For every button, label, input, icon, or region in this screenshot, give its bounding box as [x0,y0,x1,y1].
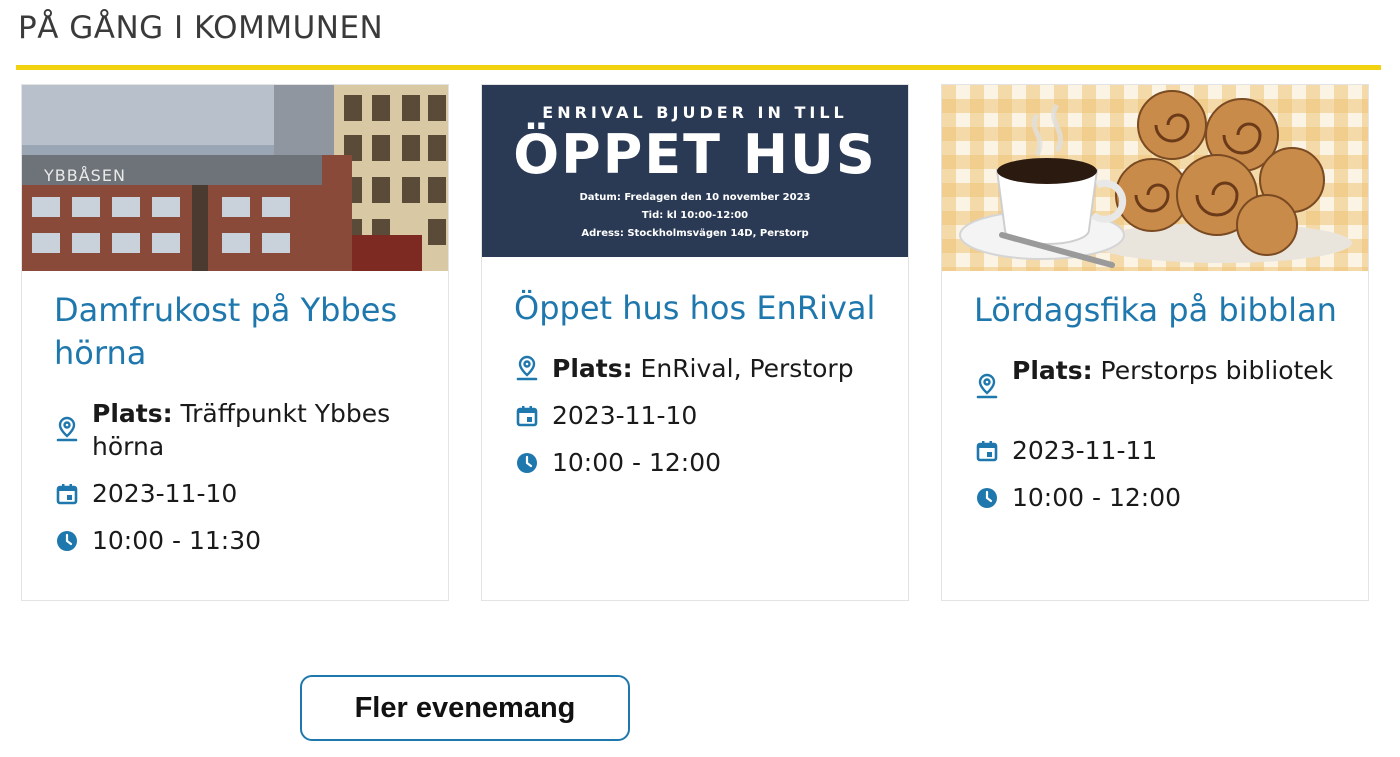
date-value: 2023-11-10 [92,479,238,508]
poster-line-address: Adress: Stockholmsvägen 14D, Perstorp [581,228,809,239]
calendar-icon [54,477,80,510]
event-date: 2023-11-11 [974,434,1338,467]
map-pin-icon [974,354,1000,420]
section-title: PÅ GÅNG I KOMMUNEN [18,10,384,46]
event-card-lordagsfika[interactable]: Lördagsfika på bibblan Plats: Perstorps … [941,84,1369,601]
svg-text:YBBÅSEN: YBBÅSEN [43,166,126,185]
time-value: 10:00 - 12:00 [1012,483,1182,512]
time-value: 10:00 - 12:00 [552,448,722,477]
event-image-poster[interactable]: ENRIVAL BJUDER IN TILL ÖPPET HUS Datum: … [482,85,908,257]
event-date: 2023-11-10 [54,477,418,510]
map-pin-icon [514,352,540,385]
place-label: Plats: [92,399,173,428]
place-label: Plats: [552,354,633,383]
date-value: 2023-11-10 [552,401,698,430]
map-pin-icon [54,397,80,463]
clock-icon [54,524,80,557]
event-time: 10:00 - 11:30 [54,524,418,557]
place-value: Perstorps bibliotek [1100,356,1334,385]
calendar-icon [514,399,540,432]
event-place: Plats: Träffpunkt Ybbes hörna [54,397,418,463]
section-divider [16,65,1381,70]
event-title[interactable]: Öppet hus hos EnRival [514,287,878,330]
event-title[interactable]: Lördagsfika på bibblan [974,289,1338,332]
calendar-icon [974,434,1000,467]
clock-icon [514,446,540,479]
poster-line-date: Datum: Fredagen den 10 november 2023 [579,192,811,203]
event-time: 10:00 - 12:00 [514,446,878,479]
coffee-and-buns-photo [959,90,1352,268]
more-events-button[interactable]: Fler evenemang [300,675,630,741]
poster-top-text: ENRIVAL BJUDER IN TILL [542,103,848,122]
place-label: Plats: [1012,356,1093,385]
event-image-building[interactable]: YBBÅSEN [22,85,448,271]
poster-line-time: Tid: kl 10:00-12:00 [641,210,749,221]
clock-icon [974,481,1000,514]
event-image-fika[interactable] [942,85,1368,271]
date-value: 2023-11-11 [1012,436,1158,465]
event-title[interactable]: Damfrukost på Ybbes hörna [54,289,418,375]
event-place: Plats: Perstorps bibliotek [974,354,1338,420]
place-value: EnRival, Perstorp [640,354,854,383]
event-card-damfrukost[interactable]: YBBÅSEN Damfrukost på Ybbes hörna Plats:… [21,84,449,601]
event-place: Plats: EnRival, Perstorp [514,352,878,385]
event-time: 10:00 - 12:00 [974,481,1338,514]
building-photo: YBBÅSEN [22,85,448,271]
event-card-oppet-hus[interactable]: ENRIVAL BJUDER IN TILL ÖPPET HUS Datum: … [481,84,909,601]
event-date: 2023-11-10 [514,399,878,432]
time-value: 10:00 - 11:30 [92,526,262,555]
poster-headline: ÖPPET HUS [513,123,877,186]
